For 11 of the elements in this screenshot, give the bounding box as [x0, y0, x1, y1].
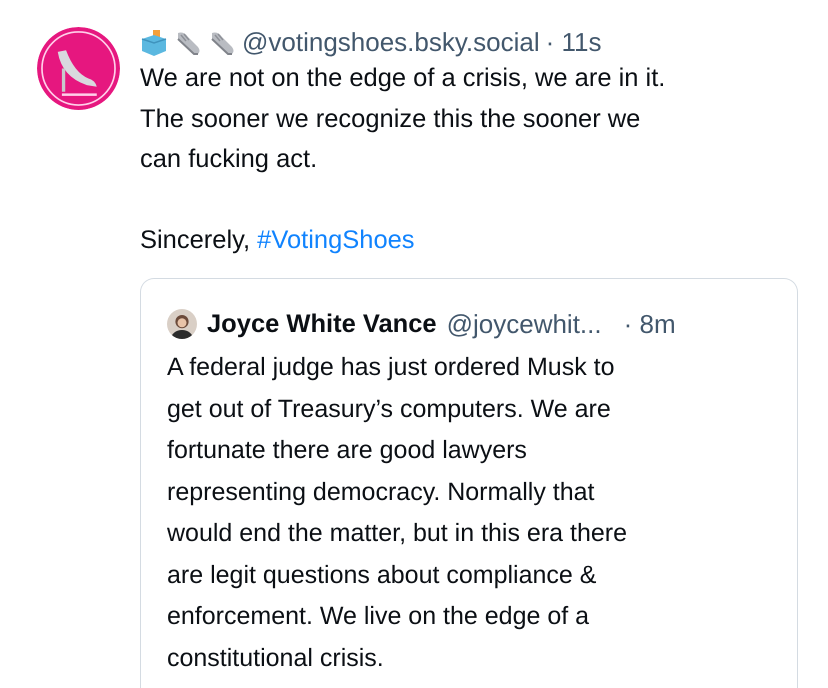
author-handle[interactable]: @votingshoes.bsky.social [242, 27, 540, 58]
quoted-author-name[interactable]: Joyce White Vance [207, 310, 437, 338]
post-time: · 11s [546, 27, 602, 58]
quoted-author-handle[interactable]: @joycewhit... [446, 308, 602, 340]
post-signoff: Sincerely, #VotingShoes [140, 224, 416, 256]
quoted-post-time: · 8m [624, 308, 676, 340]
quoted-post-text: A federal judge has just ordered Musk to get out of Treasury’s computers. We are fortunate there are good lawyers representing democracy. Normally that would end the matter, but in this era there are legit questions about compliance & enforcement. We live on the edge of a constitutional crisis. [167, 352, 628, 674]
quoted-post-card[interactable] [140, 278, 798, 688]
ballot-box-icon [140, 28, 168, 56]
hashtag-link[interactable]: #VotingShoes [257, 226, 415, 254]
post-text: We are not on the edge of a crisis, we are in it. The sooner we recognize this the sooner we can fucking act. [140, 63, 666, 175]
